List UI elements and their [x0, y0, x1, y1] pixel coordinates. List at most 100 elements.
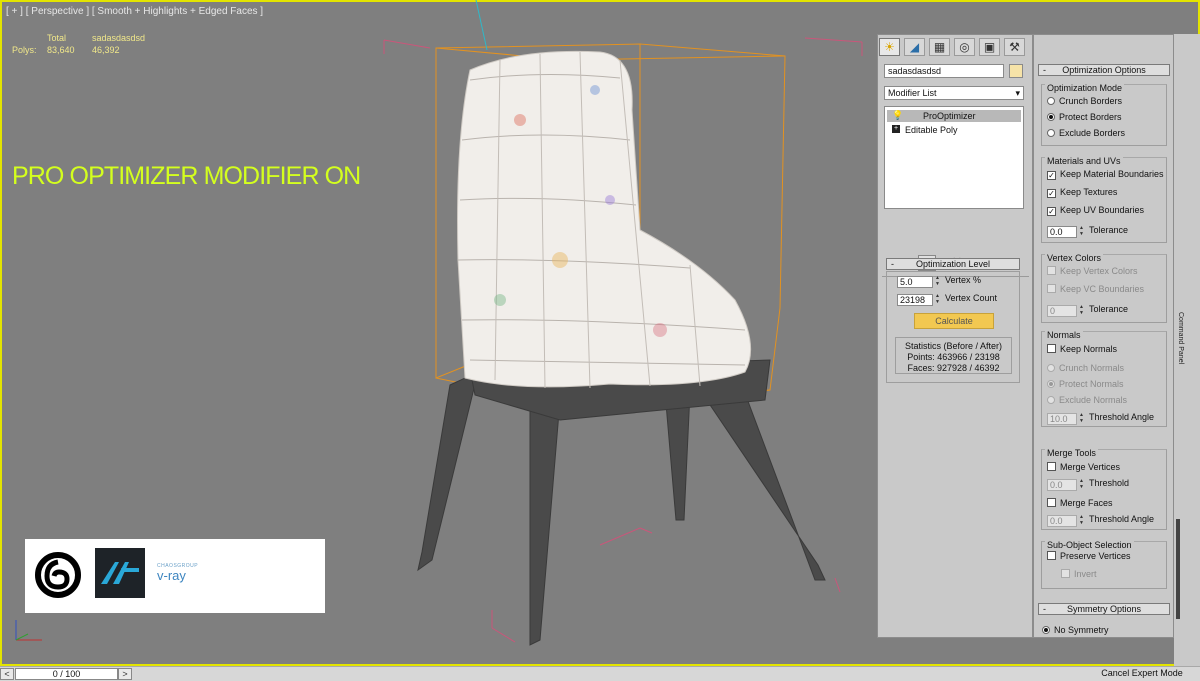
stack-item-prooptimizer[interactable]: 💡 ProOptimizer [887, 110, 1021, 122]
statistics-title: Statistics (Before / After) [904, 341, 1003, 351]
vertex-percent-input[interactable]: 5.0 [897, 276, 933, 288]
vertex-count-input[interactable]: 23198 [897, 294, 933, 306]
stats-polys-total: 83,640 [47, 45, 75, 55]
exclude-borders-radio[interactable]: Exclude Borders [1047, 128, 1125, 139]
logo-panel: CHAOSGROUP v-ray [25, 539, 325, 613]
group-label: Normals [1045, 330, 1083, 340]
material-tolerance-spinner[interactable]: ▲ ▼ [1078, 225, 1085, 237]
stats-total-label: Total [47, 33, 67, 43]
object-name-field[interactable]: sadasdasdsd [884, 64, 1004, 78]
vray-logo-icon: CHAOSGROUP v-ray [157, 563, 217, 589]
optimization-options-rollout-header[interactable]: - Optimization Options [1038, 64, 1170, 76]
group-label: Merge Tools [1045, 448, 1098, 458]
checkbox-label: Keep UV Boundaries [1060, 205, 1145, 215]
rollout-title: Optimization Level [915, 259, 991, 269]
radio-label: No Symmetry [1054, 625, 1109, 635]
preserve-vertices-checkbox[interactable]: Preserve Vertices [1047, 551, 1131, 562]
calculate-button[interactable]: Calculate [914, 313, 994, 329]
modify-tab[interactable]: ◢ [904, 38, 925, 56]
radio-label: Exclude Normals [1059, 395, 1128, 405]
modify-icon: ◢ [909, 40, 920, 54]
hierarchy-tab[interactable]: ▦ [929, 38, 950, 56]
merge-faces-threshold-spinner[interactable]: ▲ ▼ [1078, 514, 1085, 526]
vray-name-text: v-ray [157, 568, 186, 583]
panel-scrollbar[interactable] [1176, 519, 1180, 619]
3ds-max-logo-icon [35, 552, 81, 598]
command-panel-main: ☀ ◢ ▦ ◎ ▣ ⚒ sadasdasdsd Modifier List ▾ … [877, 34, 1033, 638]
keep-vertex-colors-checkbox[interactable]: Keep Vertex Colors [1047, 266, 1138, 277]
invert-checkbox[interactable]: Invert [1061, 569, 1097, 580]
modifier-stack[interactable]: 💡 ProOptimizer + Editable Poly [884, 106, 1024, 209]
vertex-percent-label: Vertex % [945, 275, 982, 285]
collapse-icon: - [891, 259, 894, 269]
optimization-level-rollout-header[interactable]: - Optimization Level [886, 258, 1020, 270]
modifier-list-label: Modifier List [888, 88, 937, 98]
stats-polys-label: Polys: [12, 45, 37, 55]
command-panel-label: Command Panel [1177, 312, 1184, 365]
stack-item-editable-poly[interactable]: + Editable Poly [887, 124, 1021, 136]
vc-tolerance-spinner[interactable]: ▲ ▼ [1078, 304, 1085, 316]
threshold-angle-label: Threshold Angle [1089, 412, 1155, 422]
rollout-title: Optimization Options [1062, 65, 1146, 75]
checkbox-label: Invert [1074, 569, 1097, 579]
keep-textures-checkbox[interactable]: ✓ Keep Textures [1047, 187, 1117, 198]
checkbox-label: Keep Material Boundaries [1060, 169, 1164, 179]
merge-faces-checkbox[interactable]: Merge Faces [1047, 498, 1113, 509]
checkbox-label: Keep VC Boundaries [1060, 284, 1145, 294]
optimization-mode-group: Optimization Mode Crunch Borders Protect… [1041, 83, 1167, 146]
exclude-normals-radio[interactable]: Exclude Normals [1047, 395, 1127, 406]
vertex-percent-spinner[interactable]: ▲ ▼ [934, 275, 941, 287]
motion-tab[interactable]: ◎ [954, 38, 975, 56]
motion-icon: ◎ [959, 40, 970, 54]
utilities-icon: ⚒ [1009, 40, 1020, 54]
expand-icon[interactable]: + [892, 125, 900, 133]
chevron-down-icon: ▾ [1015, 88, 1020, 98]
lightbulb-icon[interactable]: 💡 [892, 110, 903, 121]
radio-label: Protect Borders [1059, 112, 1122, 122]
keep-uv-boundaries-checkbox[interactable]: ✓ Keep UV Boundaries [1047, 205, 1144, 216]
statistics-box: Statistics (Before / After) Points: 4639… [895, 337, 1012, 374]
viewport-label[interactable]: [ + ] [ Perspective ] [ Smooth + Highlig… [6, 6, 263, 17]
keep-vc-boundaries-checkbox[interactable]: Keep VC Boundaries [1047, 284, 1144, 295]
time-slider[interactable]: 0 / 100 [15, 668, 118, 680]
no-symmetry-radio[interactable]: No Symmetry [1042, 625, 1109, 636]
merge-vertices-checkbox[interactable]: Merge Vertices [1047, 462, 1120, 473]
materials-uvs-group: Materials and UVs ✓ Keep Material Boundar… [1041, 156, 1167, 243]
merge-vertices-threshold-input[interactable]: 0.0 [1047, 479, 1077, 491]
symmetry-options-rollout-header[interactable]: - Symmetry Options [1038, 603, 1170, 615]
group-label: Optimization Mode [1045, 83, 1125, 93]
camera-target-line [475, 0, 488, 51]
vc-tolerance-input[interactable]: 0 [1047, 305, 1077, 317]
display-tab[interactable]: ▣ [979, 38, 1000, 56]
normals-threshold-spinner[interactable]: ▲ ▼ [1078, 412, 1085, 424]
keep-normals-checkbox[interactable]: Keep Normals [1047, 344, 1117, 355]
vertex-count-spinner[interactable]: ▲ ▼ [934, 293, 941, 305]
checkbox-label: Keep Vertex Colors [1060, 266, 1138, 276]
crunch-normals-radio[interactable]: Crunch Normals [1047, 363, 1124, 374]
keep-material-boundaries-checkbox[interactable]: ✓ Keep Material Boundaries [1047, 169, 1164, 180]
tolerance-label: Tolerance [1089, 225, 1129, 235]
create-tab[interactable]: ☀ [879, 38, 900, 56]
checkbox-label: Preserve Vertices [1060, 551, 1131, 561]
prev-frame-button[interactable]: < [0, 668, 14, 680]
cancel-expert-mode-button[interactable]: Cancel Expert Mode [1086, 668, 1198, 680]
merge-tools-group: Merge Tools Merge Vertices 0.0 ▲ ▼ Threshol… [1041, 448, 1167, 530]
protect-borders-radio[interactable]: Protect Borders [1047, 112, 1122, 123]
normals-threshold-input[interactable]: 10.0 [1047, 413, 1077, 425]
chair-mesh [457, 50, 752, 389]
group-label: Sub-Object Selection [1045, 540, 1134, 550]
material-tolerance-input[interactable]: 0.0 [1047, 226, 1077, 238]
modifier-list-dropdown[interactable]: Modifier List ▾ [884, 86, 1024, 100]
protect-normals-radio[interactable]: Protect Normals [1047, 379, 1124, 390]
checkbox-label: Merge Vertices [1060, 462, 1121, 472]
merge-faces-threshold-input[interactable]: 0.0 [1047, 515, 1077, 527]
merge-vertices-threshold-spinner[interactable]: ▲ ▼ [1078, 478, 1085, 490]
autodesk-logo-icon [95, 548, 145, 598]
utilities-tab[interactable]: ⚒ [1004, 38, 1025, 56]
create-icon: ☀ [884, 40, 895, 54]
object-color-swatch[interactable] [1009, 64, 1023, 78]
next-frame-button[interactable]: > [118, 668, 132, 680]
crunch-borders-radio[interactable]: Crunch Borders [1047, 96, 1122, 107]
checkbox-label: Keep Textures [1060, 187, 1118, 197]
radio-label: Crunch Borders [1059, 96, 1123, 106]
